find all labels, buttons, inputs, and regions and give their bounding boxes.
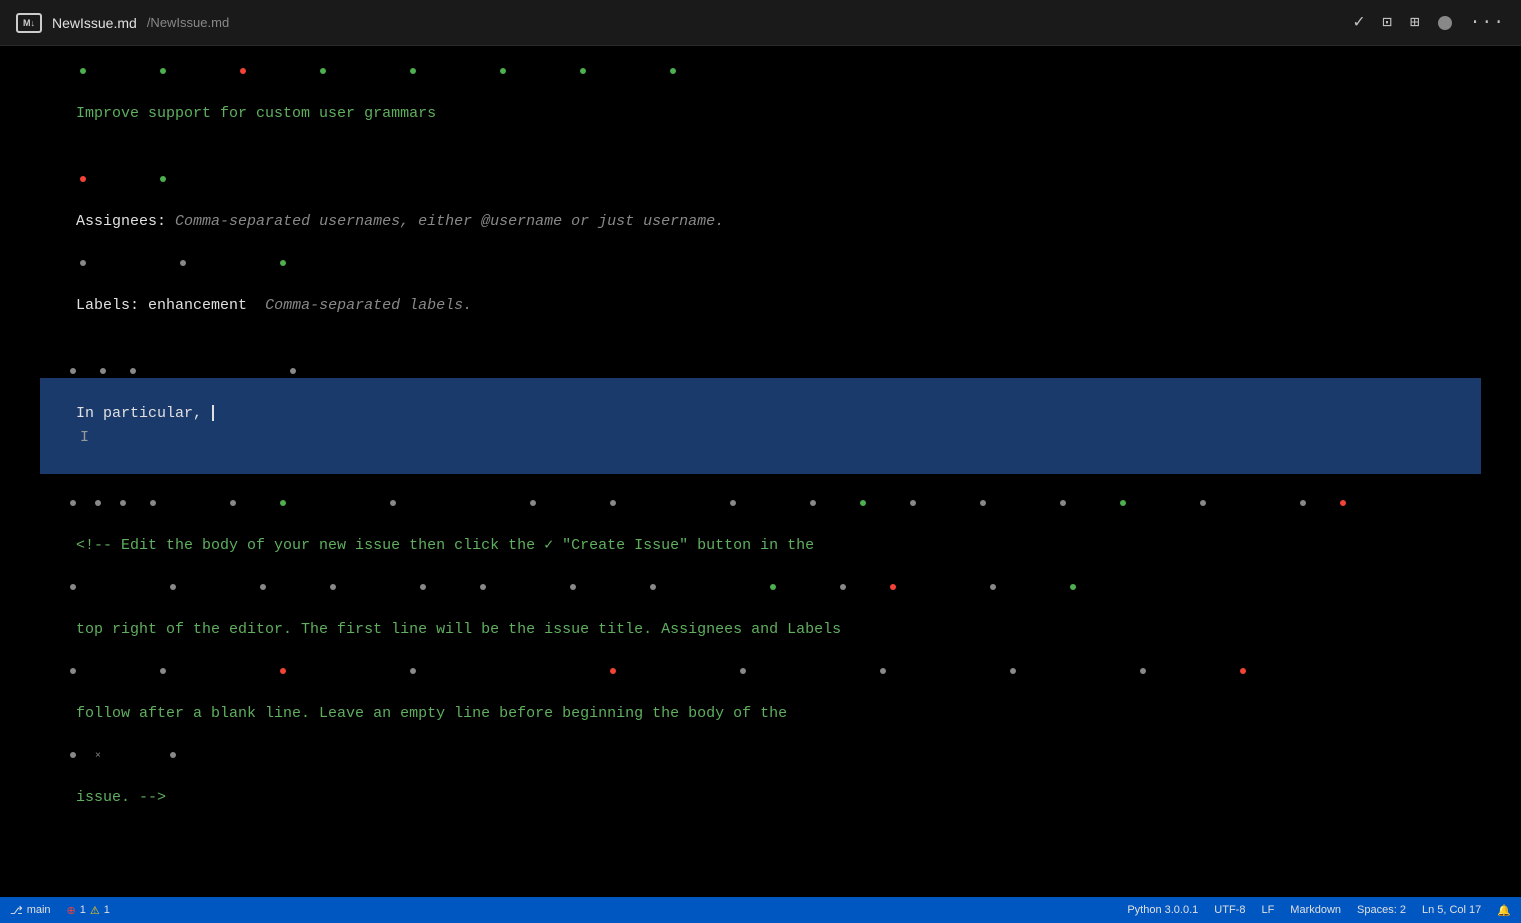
bell-icon: 🔔 xyxy=(1497,904,1511,917)
status-bar: ⎇ main ⊕ 1 ⚠ 1 Python 3.0.0.1 UTF-8 LF M… xyxy=(0,897,1521,923)
language-label: Markdown xyxy=(1290,904,1341,916)
title-bar-right: ✓ ⊡ ⊞ ··· xyxy=(1353,14,1505,32)
status-notifications[interactable]: 🔔 xyxy=(1497,904,1511,917)
blank-line-2 xyxy=(40,342,1481,366)
checkmark-icon[interactable]: ✓ xyxy=(1353,14,1364,32)
filepath: /NewIssue.md xyxy=(147,15,229,30)
status-branch[interactable]: ⎇ main xyxy=(10,904,51,917)
python-label: Python 3.0.0.1 xyxy=(1127,904,1198,916)
eol-label: LF xyxy=(1261,904,1274,916)
status-errors[interactable]: ⊕ 1 ⚠ 1 xyxy=(67,904,110,917)
status-eol[interactable]: LF xyxy=(1261,904,1274,916)
status-python[interactable]: Python 3.0.0.1 xyxy=(1127,904,1198,916)
labels-value: enhancement xyxy=(148,297,247,314)
split-preview-icon[interactable]: ⊡ xyxy=(1382,15,1392,31)
title-bar: M↓ NewIssue.md /NewIssue.md ✓ ⊡ ⊞ ··· xyxy=(0,0,1521,46)
branch-icon: ⎇ xyxy=(10,904,23,917)
assignees-label: Assignees: xyxy=(76,213,175,230)
more-menu-icon[interactable]: ··· xyxy=(1470,14,1505,32)
line-assignees: Assignees: Comma-separated usernames, ei… xyxy=(40,186,1481,258)
warning-icon: ⚠ xyxy=(90,904,100,917)
dots-row-6 xyxy=(40,582,1481,592)
text-cursor xyxy=(212,405,214,421)
cursor-indicator: I xyxy=(80,429,89,446)
comment-line-2: top right of the editor. The first line … xyxy=(40,594,1481,666)
status-circle xyxy=(1438,16,1452,30)
position-label: Ln 5, Col 17 xyxy=(1422,904,1481,916)
dots-row-7 xyxy=(40,666,1481,676)
warning-count: 1 xyxy=(104,904,110,916)
spaces-label: Spaces: 2 xyxy=(1357,904,1406,916)
error-icon: ⊕ xyxy=(67,904,76,917)
title-text: Improve support for custom user grammars xyxy=(76,105,436,122)
comment-line-1: <!-- Edit the body of your new issue the… xyxy=(40,510,1481,582)
dots-row-3 xyxy=(40,258,1481,268)
dots-row-5 xyxy=(40,498,1481,508)
comment-line-3: follow after a blank line. Leave an empt… xyxy=(40,678,1481,750)
status-language[interactable]: Markdown xyxy=(1290,904,1341,916)
line-labels: Labels: enhancement Comma-separated labe… xyxy=(40,270,1481,342)
branch-name: main xyxy=(27,904,51,916)
filename: NewIssue.md xyxy=(52,15,137,31)
line-body: In particular, I xyxy=(40,378,1481,474)
blank-line-3 xyxy=(40,474,1481,498)
line-title: Improve support for custom user grammars xyxy=(40,78,1481,150)
status-position[interactable]: Ln 5, Col 17 xyxy=(1422,904,1481,916)
error-count: 1 xyxy=(80,904,86,916)
labels-placeholder: Comma-separated labels. xyxy=(247,297,472,314)
dots-row-1 xyxy=(40,66,1481,76)
x-decoration: × xyxy=(95,750,101,761)
dots-row-8: × xyxy=(40,750,1481,760)
labels-label: Labels: xyxy=(76,297,148,314)
status-encoding[interactable]: UTF-8 xyxy=(1214,904,1245,916)
status-spaces[interactable]: Spaces: 2 xyxy=(1357,904,1406,916)
body-text: In particular, xyxy=(76,405,211,422)
blank-line-1 xyxy=(40,150,1481,174)
split-editor-icon[interactable]: ⊞ xyxy=(1410,15,1420,31)
encoding-label: UTF-8 xyxy=(1214,904,1245,916)
assignees-placeholder: Comma-separated usernames, either @usern… xyxy=(175,213,724,230)
dots-row-4 xyxy=(40,366,1481,376)
title-bar-left: M↓ NewIssue.md /NewIssue.md xyxy=(16,13,1353,33)
markdown-icon: M↓ xyxy=(16,13,42,33)
editor-area[interactable]: Improve support for custom user grammars… xyxy=(0,46,1521,897)
comment-line-4: issue. --> xyxy=(40,762,1481,834)
dots-row-2 xyxy=(40,174,1481,184)
